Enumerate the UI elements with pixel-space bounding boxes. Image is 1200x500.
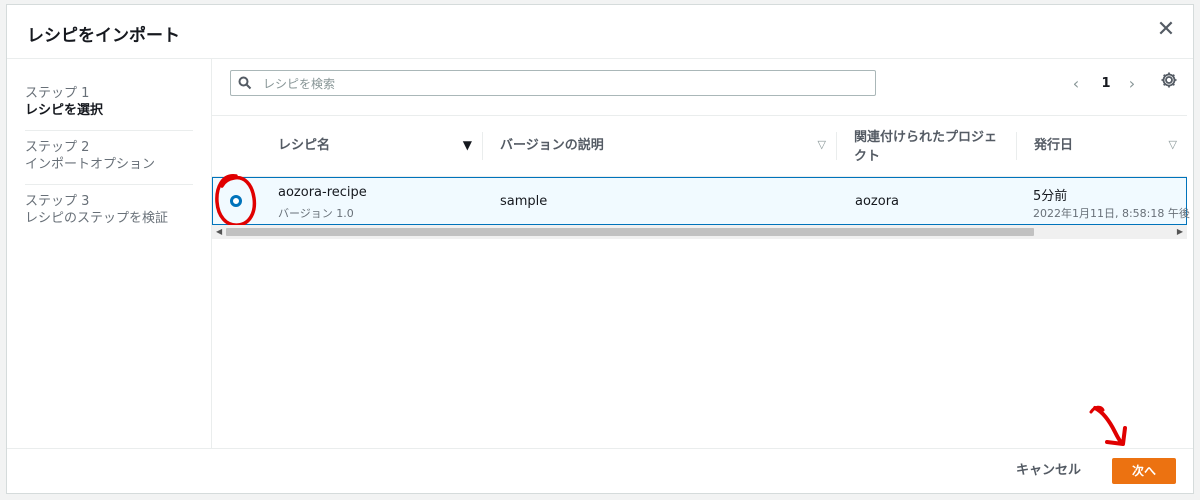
publish-date: 2022年1月11日, 8:58:18 午後: [1033, 207, 1190, 220]
step-1[interactable]: ステップ 1 レシピを選択: [25, 85, 193, 119]
import-recipe-modal: レシピをインポート ✕ ステップ 1 レシピを選択 ステップ 2 インポートオプ…: [6, 4, 1194, 494]
gear-icon[interactable]: [1159, 70, 1179, 90]
scrollbar-thumb[interactable]: [226, 228, 1034, 236]
step-3-name: レシピのステップを検証: [25, 211, 169, 226]
recipe-version: バージョン 1.0: [278, 207, 354, 220]
modal-header: レシピをインポート ✕: [7, 5, 1193, 59]
recipe-list-panel: ‹ 1 › レシピ名 ▼ バージョンの説明 ▽: [212, 59, 1193, 448]
step-1-number: ステップ 1: [25, 86, 90, 101]
column-header-version-description[interactable]: バージョンの説明 ▽: [482, 116, 836, 176]
recipes-table: レシピ名 ▼ バージョンの説明 ▽ 関連付けられたプロジェクト 発行日 ▽ ao…: [212, 115, 1193, 245]
table-header: レシピ名 ▼ バージョンの説明 ▽ 関連付けられたプロジェクト 発行日 ▽: [212, 115, 1187, 177]
column-label: 発行日: [1034, 138, 1074, 153]
publish-relative: 5分前: [1033, 189, 1068, 204]
step-divider: [25, 130, 193, 131]
pagination: ‹ 1 ›: [1068, 72, 1148, 96]
column-header-associated-project[interactable]: 関連付けられたプロジェクト: [836, 116, 1016, 176]
sort-descending-icon[interactable]: ▼: [463, 138, 472, 152]
sort-icon[interactable]: ▽: [1169, 138, 1177, 151]
sort-icon[interactable]: ▽: [818, 138, 826, 151]
step-3-number: ステップ 3: [25, 194, 90, 209]
step-3[interactable]: ステップ 3 レシピのステップを検証: [25, 193, 193, 227]
steps-sidebar: ステップ 1 レシピを選択 ステップ 2 インポートオプション ステップ 3 レ…: [7, 59, 212, 448]
horizontal-scrollbar[interactable]: ◀ ▶: [212, 225, 1187, 239]
recipe-name: aozora-recipe: [278, 185, 367, 200]
associated-project: aozora: [855, 194, 900, 209]
row-radio-button[interactable]: [230, 195, 242, 207]
step-2-name: インポートオプション: [25, 157, 156, 172]
modal-footer: キャンセル 次へ: [7, 448, 1193, 493]
scroll-right-icon[interactable]: ▶: [1177, 227, 1183, 236]
chevron-right-icon[interactable]: ›: [1124, 74, 1140, 94]
chevron-left-icon[interactable]: ‹: [1068, 74, 1084, 94]
cancel-button[interactable]: キャンセル: [1008, 458, 1089, 484]
close-icon[interactable]: ✕: [1153, 17, 1179, 43]
column-label: バージョンの説明: [500, 138, 604, 153]
column-header-publish-date[interactable]: 発行日 ▽: [1016, 116, 1187, 176]
current-page[interactable]: 1: [1096, 74, 1116, 94]
search-icon: [238, 76, 252, 90]
search-input[interactable]: [261, 74, 865, 94]
scroll-left-icon[interactable]: ◀: [216, 227, 222, 236]
step-1-name: レシピを選択: [25, 103, 104, 118]
step-2-number: ステップ 2: [25, 140, 90, 155]
table-row[interactable]: aozora-recipe バージョン 1.0 sample aozora 5分…: [212, 174, 1190, 227]
modal-title: レシピをインポート: [27, 26, 180, 46]
column-label: レシピ名: [278, 138, 331, 153]
version-description: sample: [500, 194, 548, 209]
search-box: [230, 70, 876, 96]
column-header-recipe-name[interactable]: レシピ名 ▼: [260, 116, 482, 176]
step-divider: [25, 184, 193, 185]
step-2[interactable]: ステップ 2 インポートオプション: [25, 139, 193, 173]
next-button[interactable]: 次へ: [1112, 458, 1176, 484]
column-label: 関連付けられたプロジェクト: [854, 130, 998, 164]
